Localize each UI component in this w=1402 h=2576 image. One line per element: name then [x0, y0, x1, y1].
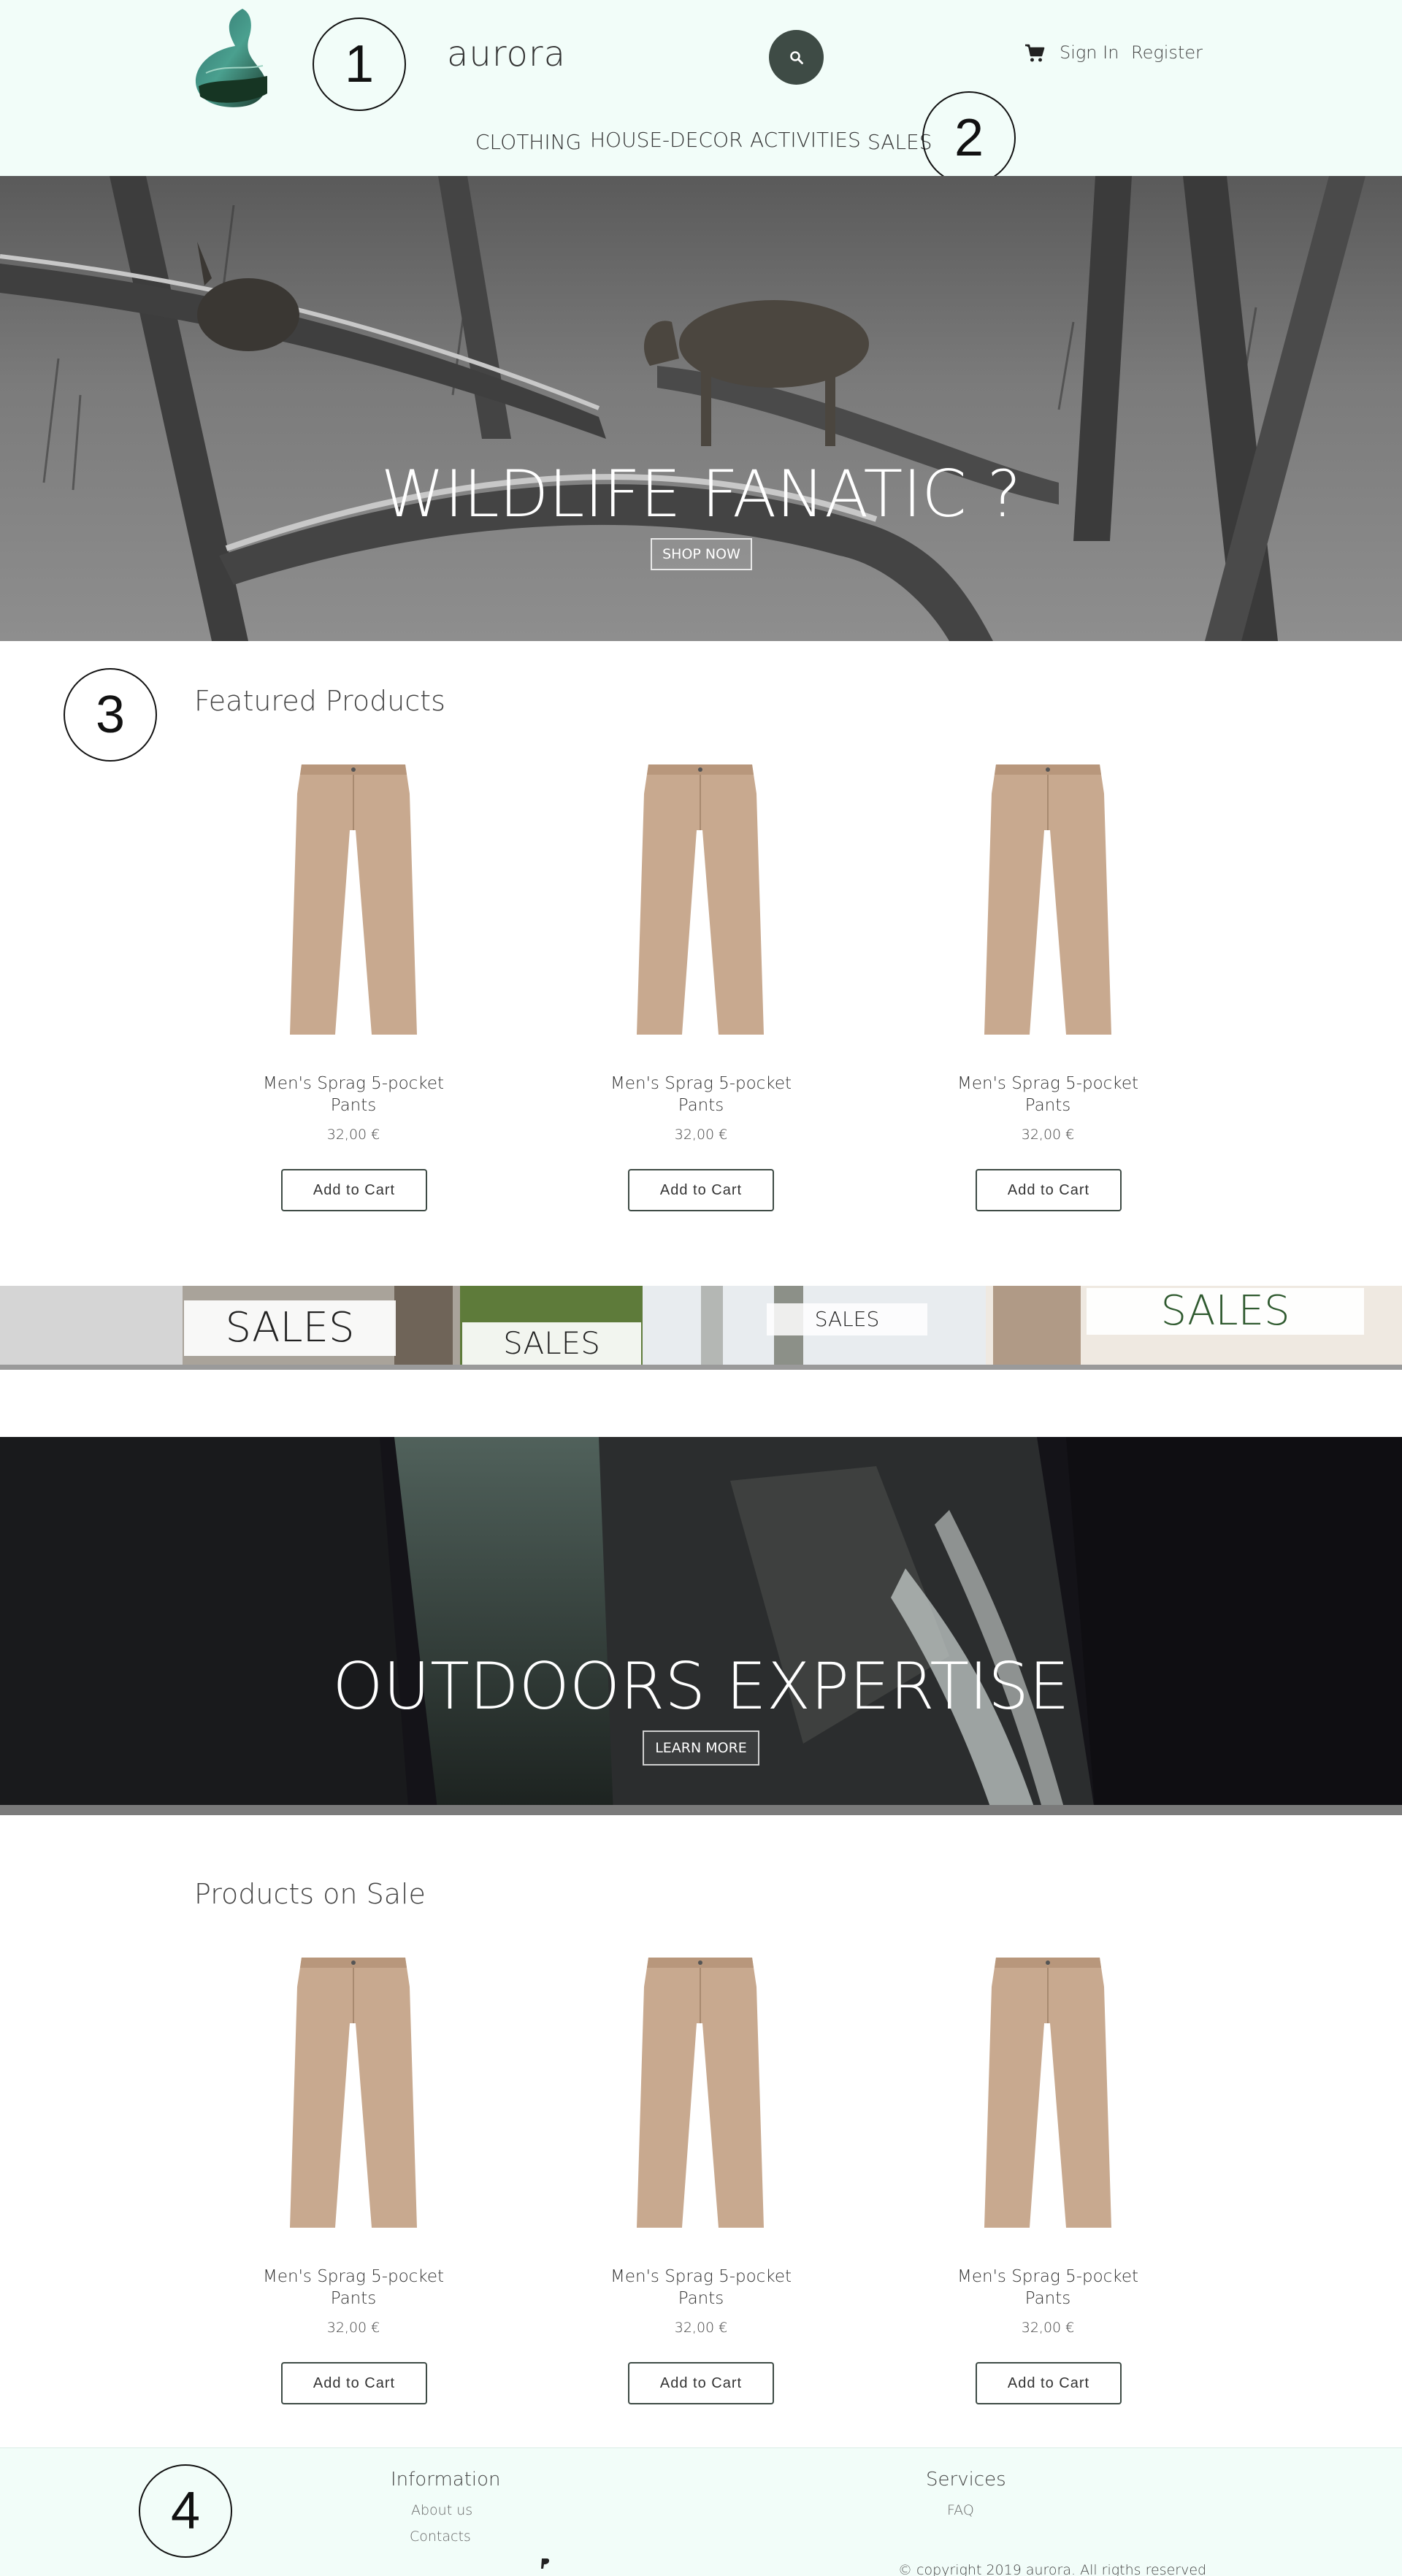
product-name-line: Pants — [1024, 1096, 1071, 1115]
product-name[interactable]: Men's Sprag 5-pocket Pants — [591, 2266, 811, 2309]
product-name-line: Men's Sprag 5-pocket — [957, 2267, 1138, 2286]
add-to-cart-button[interactable]: Add to Cart — [628, 1169, 774, 1211]
learn-more-button[interactable]: LEARN MORE — [643, 1730, 759, 1766]
product-image-pants[interactable] — [631, 1958, 770, 2235]
product-name-line: Pants — [1024, 2289, 1071, 2308]
brand-name[interactable]: aurora — [447, 34, 566, 74]
product-name[interactable]: Men's Sprag 5-pocket Pants — [591, 1073, 811, 1116]
product-name-line: Pants — [678, 1096, 724, 1115]
product-name[interactable]: Men's Sprag 5-pocket Pants — [938, 2266, 1157, 2309]
product-price: 32,00 € — [326, 1127, 380, 1143]
nav-item-activities[interactable]: ACTIVITIES — [750, 128, 861, 152]
product-name-line: Men's Sprag 5-pocket — [610, 2267, 792, 2286]
sales-label-3[interactable]: SALES — [767, 1303, 927, 1335]
add-to-cart-button[interactable]: Add to Cart — [281, 2362, 427, 2404]
add-to-cart-button[interactable]: Add to Cart — [281, 1169, 427, 1211]
product-name-line: Pants — [330, 2289, 377, 2308]
products-on-sale-title: Products on Sale — [194, 1878, 426, 1910]
add-to-cart-button[interactable]: Add to Cart — [976, 2362, 1122, 2404]
sales-label-2[interactable]: SALES — [462, 1322, 641, 1365]
footer-services-heading: Services — [926, 2469, 1006, 2491]
product-price: 32,00 € — [326, 2320, 380, 2336]
product-image-pants[interactable] — [631, 764, 770, 1042]
register-link[interactable]: Register — [1131, 42, 1203, 63]
copyright-text: © copyright 2019 aurora. All rigths rese… — [898, 2562, 1207, 2576]
hero-wildlife-image — [0, 176, 1402, 641]
sales-label-4[interactable]: SALES — [1087, 1288, 1364, 1335]
hero-wildlife-banner: WILDLIFE FANATIC ? SHOP NOW — [0, 176, 1402, 641]
product-name-line: Men's Sprag 5-pocket — [957, 1074, 1138, 1093]
hero-outdoors-banner: OUTDOORS EXPERTISE LEARN MORE — [0, 1437, 1402, 1815]
product-image-pants[interactable] — [978, 764, 1117, 1042]
footer-information-heading: Information — [391, 2469, 501, 2491]
product-name[interactable]: Men's Sprag 5-pocket Pants — [938, 1073, 1157, 1116]
shop-now-button[interactable]: SHOP NOW — [651, 538, 752, 570]
site-footer: 4 Information About us Contacts Services… — [0, 2447, 1402, 2576]
product-name-line: Men's Sprag 5-pocket — [263, 2267, 444, 2286]
sales-banner[interactable]: SALES SALES SALES SALES — [0, 1286, 1402, 1370]
sales-label-1[interactable]: SALES — [184, 1300, 396, 1356]
annotation-marker-1: 1 — [313, 18, 406, 111]
nav-item-clothing[interactable]: CLOTHING — [475, 130, 581, 154]
product-name[interactable]: Men's Sprag 5-pocket Pants — [244, 2266, 463, 2309]
aurora-logo[interactable] — [191, 6, 273, 110]
sign-in-link[interactable]: Sign In — [1060, 42, 1119, 63]
product-image-pants[interactable] — [978, 1958, 1117, 2235]
hero-title: OUTDOORS EXPERTISE — [332, 1649, 1070, 1724]
product-price: 32,00 € — [674, 2320, 728, 2336]
hero-title: WILDLIFE FANATIC ? — [380, 456, 1022, 532]
annotation-marker-2: 2 — [922, 91, 1016, 185]
product-image-pants[interactable] — [284, 764, 423, 1042]
add-to-cart-button[interactable]: Add to Cart — [976, 1169, 1122, 1211]
footer-link-about-us[interactable]: About us — [411, 2502, 472, 2518]
product-name[interactable]: Men's Sprag 5-pocket Pants — [244, 1073, 463, 1116]
product-name-line: Men's Sprag 5-pocket — [610, 1074, 792, 1093]
paypal-icon — [541, 2558, 550, 2569]
shopping-cart-icon[interactable] — [1024, 44, 1045, 63]
footer-link-contacts[interactable]: Contacts — [410, 2529, 471, 2545]
product-name-line: Men's Sprag 5-pocket — [263, 1074, 444, 1093]
nav-item-house-decor[interactable]: HOUSE-DECOR — [590, 128, 743, 152]
product-price: 32,00 € — [1021, 1127, 1075, 1143]
search-icon — [789, 50, 803, 64]
marker-label: 3 — [95, 686, 126, 744]
search-button[interactable] — [769, 30, 824, 85]
footer-link-faq[interactable]: FAQ — [947, 2502, 974, 2518]
annotation-marker-4: 4 — [139, 2464, 232, 2558]
featured-products-title: Featured Products — [194, 685, 445, 717]
marker-label: 4 — [170, 2482, 201, 2540]
product-name-line: Pants — [330, 1096, 377, 1115]
product-price: 32,00 € — [674, 1127, 728, 1143]
product-image-pants[interactable] — [284, 1958, 423, 2235]
marker-label: 2 — [954, 109, 984, 167]
annotation-marker-3: 3 — [64, 668, 157, 762]
marker-label: 1 — [344, 35, 375, 93]
site-header: 1 aurora Sign In Register CLOTHING HOUSE… — [0, 0, 1402, 185]
product-name-line: Pants — [678, 2289, 724, 2308]
product-price: 32,00 € — [1021, 2320, 1075, 2336]
add-to-cart-button[interactable]: Add to Cart — [628, 2362, 774, 2404]
